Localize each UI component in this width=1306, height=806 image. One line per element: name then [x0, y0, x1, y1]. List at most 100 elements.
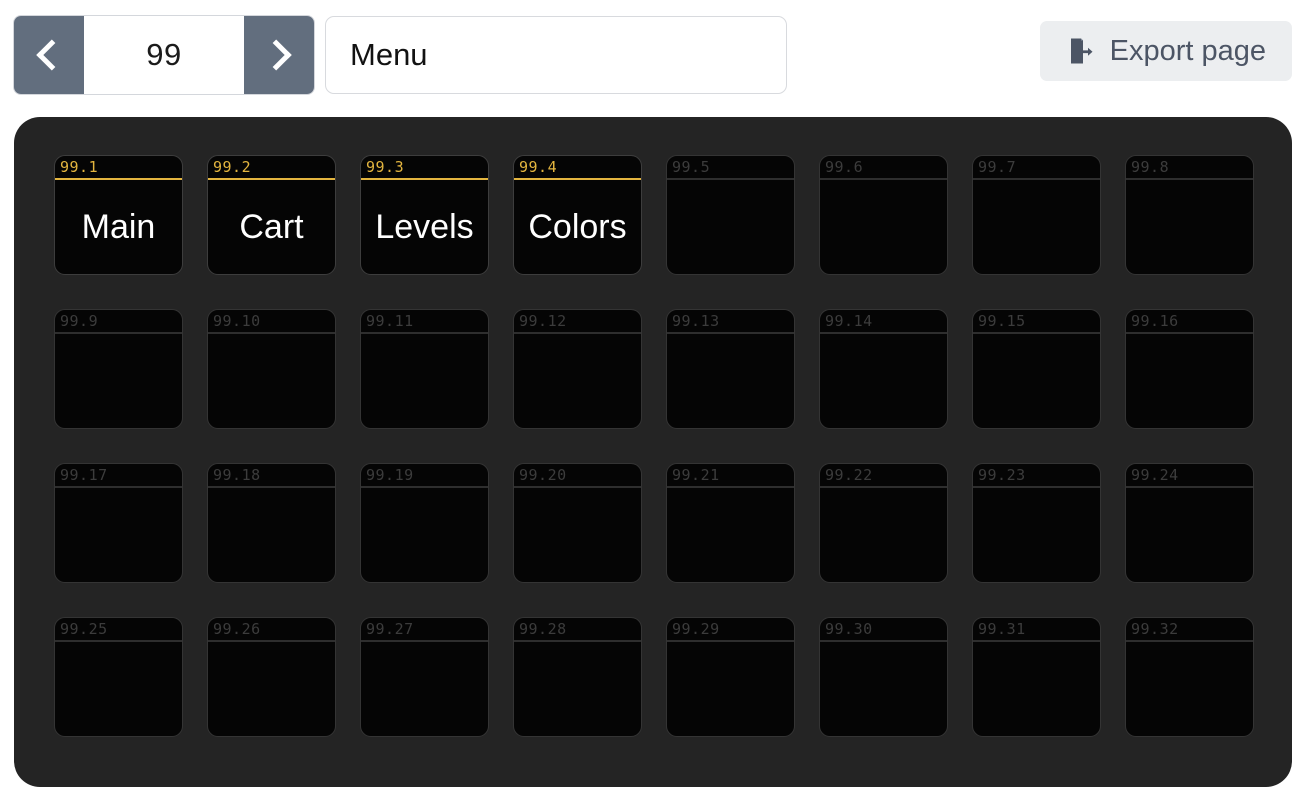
menu-tile-id: 99.6 — [825, 158, 864, 176]
menu-tile-id: 99.26 — [213, 620, 261, 638]
menu-tile-body — [55, 642, 182, 736]
menu-tile[interactable]: 99.12 — [513, 309, 642, 429]
menu-tile-label: Colors — [528, 208, 627, 246]
menu-tile-body: Levels — [361, 180, 488, 274]
menu-tile-body — [667, 642, 794, 736]
menu-tile-body: Main — [55, 180, 182, 274]
menu-tile-body — [361, 488, 488, 582]
menu-tile[interactable]: 99.15 — [972, 309, 1101, 429]
menu-tile[interactable]: 99.32 — [1125, 617, 1254, 737]
menu-tile[interactable]: 99.23 — [972, 463, 1101, 583]
menu-tile-body — [1126, 488, 1253, 582]
menu-tile-id: 99.11 — [366, 312, 414, 330]
menu-tile-body — [208, 334, 335, 428]
menu-tile[interactable]: 99.8 — [1125, 155, 1254, 275]
menu-tile-id: 99.24 — [1131, 466, 1179, 484]
page-name-input[interactable] — [325, 16, 787, 94]
menu-tile[interactable]: 99.26 — [207, 617, 336, 737]
menu-tile-id: 99.19 — [366, 466, 414, 484]
chevron-left-icon — [36, 39, 68, 71]
menu-tile-body — [973, 488, 1100, 582]
menu-tile[interactable]: 99.9 — [54, 309, 183, 429]
menu-tile-body: Colors — [514, 180, 641, 274]
menu-tile-body — [820, 180, 947, 274]
menu-tile-id: 99.18 — [213, 466, 261, 484]
menu-tile[interactable]: 99.16 — [1125, 309, 1254, 429]
menu-tile-id: 99.22 — [825, 466, 873, 484]
menu-tile[interactable]: 99.17 — [54, 463, 183, 583]
menu-tile[interactable]: 99.2 Cart — [207, 155, 336, 275]
menu-tile-body — [208, 488, 335, 582]
menu-tile-id: 99.30 — [825, 620, 873, 638]
menu-tile-body — [973, 334, 1100, 428]
menu-tile-body — [361, 334, 488, 428]
menu-tile-body — [514, 488, 641, 582]
export-page-label: Export page — [1109, 34, 1266, 67]
menu-tile-label: Cart — [239, 208, 304, 246]
menu-tile-id: 99.3 — [366, 158, 405, 176]
chevron-right-icon — [260, 39, 292, 71]
menu-tile-id: 99.15 — [978, 312, 1026, 330]
menu-tile[interactable]: 99.30 — [819, 617, 948, 737]
menu-tile[interactable]: 99.14 — [819, 309, 948, 429]
menu-tile-id: 99.27 — [366, 620, 414, 638]
file-export-icon — [1066, 36, 1096, 66]
menu-tile[interactable]: 99.29 — [666, 617, 795, 737]
menu-tile-id: 99.4 — [519, 158, 558, 176]
menu-tile[interactable]: 99.18 — [207, 463, 336, 583]
menu-tile[interactable]: 99.24 — [1125, 463, 1254, 583]
next-page-button[interactable] — [244, 16, 314, 94]
tile-grid: 99.1 Main 99.2 Cart 99.3 Levels 99.4 Colors 99.5… — [54, 155, 1254, 737]
menu-tile-body — [820, 642, 947, 736]
menu-tile-id: 99.23 — [978, 466, 1026, 484]
menu-tile-body — [667, 488, 794, 582]
menu-tile-id: 99.25 — [60, 620, 108, 638]
menu-tile-id: 99.21 — [672, 466, 720, 484]
menu-tile-body — [208, 642, 335, 736]
menu-tile-body: Cart — [208, 180, 335, 274]
menu-tile-body — [361, 642, 488, 736]
tile-grid-panel: 99.1 Main 99.2 Cart 99.3 Levels 99.4 Colors 99.5… — [14, 117, 1292, 787]
menu-tile-id: 99.28 — [519, 620, 567, 638]
menu-tile[interactable]: 99.4 Colors — [513, 155, 642, 275]
menu-tile-id: 99.8 — [1131, 158, 1170, 176]
menu-tile[interactable]: 99.20 — [513, 463, 642, 583]
menu-tile[interactable]: 99.13 — [666, 309, 795, 429]
menu-tile[interactable]: 99.10 — [207, 309, 336, 429]
menu-tile-body — [1126, 180, 1253, 274]
menu-tile[interactable]: 99.19 — [360, 463, 489, 583]
menu-tile[interactable]: 99.1 Main — [54, 155, 183, 275]
menu-tile[interactable]: 99.28 — [513, 617, 642, 737]
menu-tile-body — [55, 488, 182, 582]
menu-tile-id: 99.16 — [1131, 312, 1179, 330]
menu-tile-id: 99.13 — [672, 312, 720, 330]
menu-tile[interactable]: 99.25 — [54, 617, 183, 737]
menu-tile[interactable]: 99.5 — [666, 155, 795, 275]
menu-tile-label: Main — [81, 208, 156, 246]
menu-tile-body — [973, 642, 1100, 736]
menu-tile[interactable]: 99.31 — [972, 617, 1101, 737]
menu-tile-body — [973, 180, 1100, 274]
export-page-button[interactable]: Export page — [1039, 21, 1292, 81]
top-toolbar: 99 Export page — [0, 0, 1306, 110]
menu-tile-body — [667, 334, 794, 428]
menu-tile[interactable]: 99.7 — [972, 155, 1101, 275]
menu-tile[interactable]: 99.27 — [360, 617, 489, 737]
previous-page-button[interactable] — [14, 16, 84, 94]
menu-tile[interactable]: 99.6 — [819, 155, 948, 275]
menu-tile-id: 99.14 — [825, 312, 873, 330]
menu-tile-id: 99.10 — [213, 312, 261, 330]
menu-tile-id: 99.12 — [519, 312, 567, 330]
menu-tile[interactable]: 99.3 Levels — [360, 155, 489, 275]
menu-tile-body — [820, 334, 947, 428]
menu-tile[interactable]: 99.21 — [666, 463, 795, 583]
menu-tile-body — [667, 180, 794, 274]
menu-tile-body — [514, 334, 641, 428]
page-number-display[interactable]: 99 — [84, 16, 244, 94]
menu-tile[interactable]: 99.22 — [819, 463, 948, 583]
menu-tile-id: 99.1 — [60, 158, 99, 176]
menu-tile-id: 99.29 — [672, 620, 720, 638]
menu-tile-body — [820, 488, 947, 582]
menu-tile-body — [514, 642, 641, 736]
menu-tile[interactable]: 99.11 — [360, 309, 489, 429]
